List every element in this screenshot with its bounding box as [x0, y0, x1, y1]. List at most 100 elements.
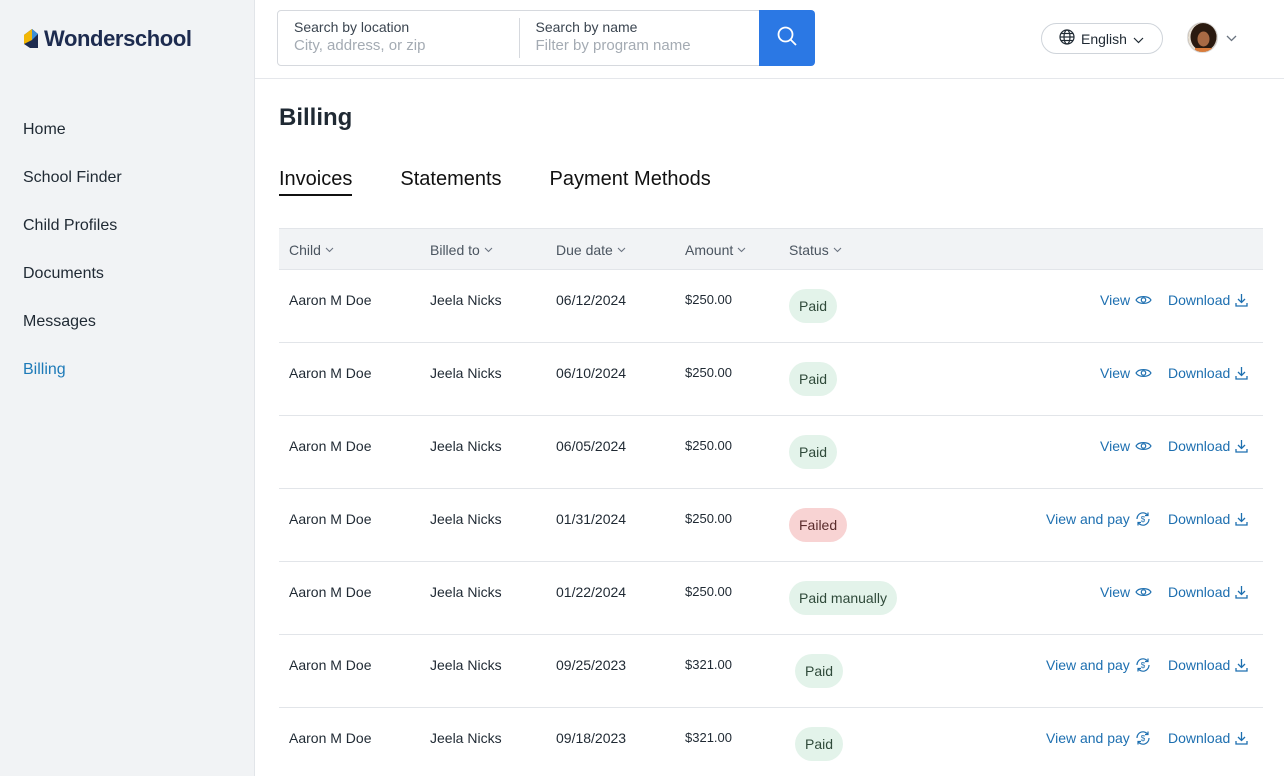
view-label: View	[1100, 292, 1131, 308]
invoices-table: Child Billed to Due date Amount Status A…	[279, 228, 1263, 776]
brand-logo[interactable]: Wonderschool	[24, 26, 192, 52]
table-row: Aaron M Doe Jeela Nicks 06/10/2024 $250.00 P…	[279, 343, 1263, 416]
due-date-cell: 09/25/2023	[556, 657, 627, 673]
view-label: View	[1100, 438, 1131, 454]
view-and-pay-label: View and pay	[1046, 730, 1130, 746]
download-link[interactable]: Download	[1168, 584, 1248, 600]
brand-name: Wonderschool	[44, 26, 192, 51]
header-due-date[interactable]: Due date	[556, 242, 626, 258]
child-cell: Aaron M Doe	[289, 730, 372, 746]
download-label: Download	[1168, 730, 1231, 746]
header-label: Due date	[556, 242, 613, 258]
header-status[interactable]: Status	[789, 242, 842, 258]
user-menu-chevron-icon	[1226, 29, 1237, 47]
amount-cell: $250.00	[685, 511, 732, 526]
sort-chevron-icon	[484, 247, 493, 253]
sort-chevron-icon	[325, 247, 334, 253]
view-label: View	[1100, 365, 1131, 381]
due-date-cell: 06/12/2024	[556, 292, 627, 308]
download-icon	[1235, 586, 1248, 599]
download-link[interactable]: Download	[1168, 657, 1248, 673]
download-icon	[1235, 294, 1248, 307]
status-badge: Paid manually	[789, 581, 897, 615]
download-link[interactable]: Download	[1168, 438, 1248, 454]
eye-icon	[1135, 588, 1152, 596]
sort-chevron-icon	[833, 247, 842, 253]
page-title: Billing	[279, 104, 353, 131]
download-label: Download	[1168, 365, 1231, 381]
child-cell: Aaron M Doe	[289, 657, 372, 673]
top-bar: Search by location Search by name Engl	[255, 0, 1284, 79]
svg-text:$: $	[1141, 734, 1146, 743]
sidebar-item-messages[interactable]: Messages	[23, 310, 122, 358]
location-search: Search by location	[278, 11, 519, 65]
avatar	[1187, 22, 1218, 53]
header-label: Status	[789, 242, 829, 258]
view-and-pay-link[interactable]: View and pay $	[1046, 657, 1151, 673]
tab-statements[interactable]: Statements	[400, 168, 501, 196]
billed-to-cell: Jeela Nicks	[430, 511, 502, 527]
download-icon	[1235, 513, 1248, 526]
due-date-cell: 01/31/2024	[556, 511, 627, 527]
status-badge: Paid	[789, 435, 838, 469]
header-label: Amount	[685, 242, 734, 258]
header-child[interactable]: Child	[289, 242, 334, 258]
billed-to-cell: Jeela Nicks	[430, 584, 502, 600]
sidebar-item-documents[interactable]: Documents	[23, 262, 122, 310]
download-label: Download	[1168, 657, 1231, 673]
amount-cell: $250.00	[685, 292, 732, 307]
view-link[interactable]: View	[1100, 438, 1152, 454]
search-button[interactable]	[759, 10, 815, 66]
view-and-pay-link[interactable]: View and pay $	[1046, 730, 1151, 746]
language-selector[interactable]: English	[1041, 23, 1163, 54]
view-link[interactable]: View	[1100, 292, 1152, 308]
view-and-pay-label: View and pay	[1046, 657, 1130, 673]
sidebar-item-home[interactable]: Home	[23, 118, 122, 166]
child-cell: Aaron M Doe	[289, 438, 372, 454]
billed-to-cell: Jeela Nicks	[430, 292, 502, 308]
sidebar: Wonderschool Home School Finder Child Pr…	[0, 0, 255, 776]
download-link[interactable]: Download	[1168, 730, 1248, 746]
amount-cell: $321.00	[685, 657, 732, 672]
download-label: Download	[1168, 292, 1231, 308]
table-row: Aaron M Doe Jeela Nicks 06/05/2024 $250.00 P…	[279, 416, 1263, 489]
header-label: Child	[289, 242, 321, 258]
location-search-input[interactable]	[294, 37, 503, 54]
sort-chevron-icon	[737, 247, 746, 253]
status-badge: Paid	[789, 362, 838, 396]
download-link[interactable]: Download	[1168, 365, 1248, 381]
dollar-refresh-icon: $	[1136, 731, 1150, 745]
header-amount[interactable]: Amount	[685, 242, 746, 258]
tab-invoices[interactable]: Invoices	[279, 168, 353, 196]
status-badge: Paid	[795, 727, 844, 761]
status-badge: Failed	[789, 508, 848, 542]
view-and-pay-link[interactable]: View and pay $	[1046, 511, 1151, 527]
svg-text:$: $	[1141, 515, 1146, 524]
download-link[interactable]: Download	[1168, 292, 1248, 308]
download-label: Download	[1168, 584, 1231, 600]
header-billed-to[interactable]: Billed to	[430, 242, 493, 258]
view-label: View	[1100, 584, 1131, 600]
svg-text:$: $	[1141, 661, 1146, 670]
status-badge: Paid	[795, 654, 844, 688]
name-search: Search by name	[518, 18, 760, 58]
sidebar-item-school-finder[interactable]: School Finder	[23, 166, 122, 214]
download-link[interactable]: Download	[1168, 511, 1248, 527]
search-icon	[777, 26, 797, 51]
table-row: Aaron M Doe Jeela Nicks 01/22/2024 $250.00 P…	[279, 562, 1263, 635]
dollar-refresh-icon: $	[1136, 512, 1150, 526]
view-link[interactable]: View	[1100, 584, 1152, 600]
child-cell: Aaron M Doe	[289, 584, 372, 600]
table-row: Aaron M Doe Jeela Nicks 06/12/2024 $250.00 P…	[279, 270, 1263, 343]
user-menu[interactable]	[1187, 22, 1237, 53]
name-search-input[interactable]	[535, 37, 743, 54]
sidebar-item-child-profiles[interactable]: Child Profiles	[23, 214, 122, 262]
dollar-refresh-icon: $	[1136, 658, 1150, 672]
language-label: English	[1081, 30, 1127, 47]
download-icon	[1235, 732, 1248, 745]
location-search-label: Search by location	[294, 19, 410, 35]
billed-to-cell: Jeela Nicks	[430, 657, 502, 673]
tab-payment-methods[interactable]: Payment Methods	[550, 168, 711, 196]
sidebar-item-billing[interactable]: Billing	[23, 358, 122, 406]
view-link[interactable]: View	[1100, 365, 1152, 381]
